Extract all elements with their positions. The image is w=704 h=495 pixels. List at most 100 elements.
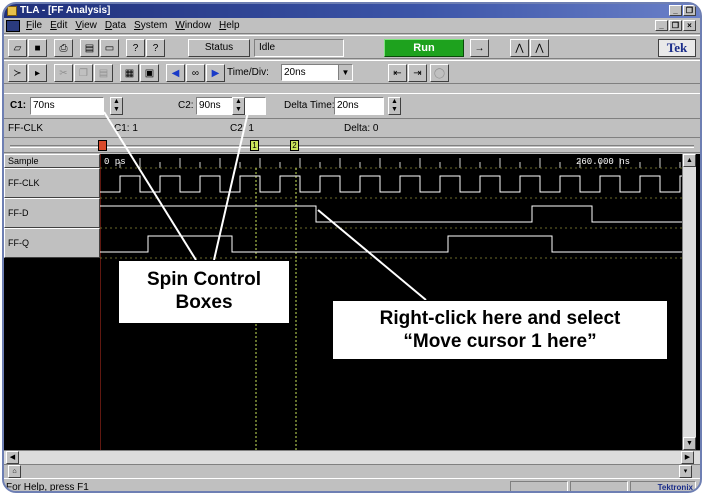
vertical-scrollbar[interactable]: ▲ ▼	[682, 154, 696, 450]
c1-label: C1:	[10, 100, 27, 111]
cursor-1-marker[interactable]: 1	[250, 140, 259, 151]
open-folder-icon[interactable]: ▱	[8, 39, 27, 57]
setup-window-icon[interactable]: ▭	[100, 39, 119, 57]
cursor-2-marker[interactable]: 2	[290, 140, 299, 151]
end-time: 260.000 ns	[576, 157, 630, 167]
run-button[interactable]: Run	[384, 39, 464, 57]
search-left-icon[interactable]: ◀	[166, 64, 185, 82]
scroll-left-icon[interactable]: ◀	[6, 451, 19, 464]
system-window-icon[interactable]: ▤	[80, 39, 99, 57]
menu-bar: File Edit View Data System Window Help _…	[4, 18, 700, 34]
menu-data[interactable]: Data	[103, 20, 132, 31]
origin-marker[interactable]	[98, 140, 107, 151]
chevron-down-icon[interactable]: ▼	[338, 65, 352, 80]
menu-system[interactable]: System	[132, 20, 173, 31]
home-icon[interactable]: ⌂	[8, 465, 21, 478]
spin-callout-line2: Boxes	[175, 292, 233, 313]
trigger-alt-icon[interactable]: ⋀	[530, 39, 549, 57]
main-toolbar: ▱ ■ ⎙ ▤ ▭ ? ? Status Idle Run → ⋀ ⋀ Tek	[4, 35, 700, 59]
waveform-toolbar: ≻ ▸ ✂ ❐ ▤ ▦ ▣ ◀ ∞ ▶ Time/Div: 20ns ▼ ⇤ ⇥…	[4, 60, 700, 84]
timediv-select[interactable]: 20ns ▼	[281, 64, 353, 81]
title-bar: TLA - [FF Analysis] _ ❐	[4, 4, 700, 18]
status-readout: Idle	[254, 39, 344, 57]
time-scrollbar[interactable]: ⌂ ▾	[4, 464, 700, 478]
menu-window[interactable]: Window	[173, 20, 217, 31]
menu-help[interactable]: Help	[217, 20, 246, 31]
signal-name-ff-clk[interactable]: FF-CLK	[4, 168, 100, 198]
timediv-label: Time/Div:	[227, 67, 269, 78]
timediv-value: 20ns	[284, 67, 306, 78]
horizontal-scrollbar[interactable]: ◀ ▶	[4, 450, 700, 464]
ff-d-waveform	[100, 205, 684, 223]
ruler-track	[10, 145, 694, 148]
minimize-button[interactable]: _	[669, 5, 682, 16]
print-icon[interactable]: ⎙	[54, 39, 73, 57]
c2-field[interactable]: 90ns	[196, 97, 266, 115]
time-ruler: 0 ps 260.000 ns	[104, 157, 681, 168]
status-bar: For Help, press F1 Tektronix	[4, 478, 700, 493]
menu-file[interactable]: File	[24, 20, 48, 31]
context-help-icon[interactable]: ?	[126, 39, 145, 57]
add-signal-icon[interactable]: ▸	[28, 64, 47, 82]
status-button[interactable]: Status	[188, 39, 250, 57]
doc-restore-button[interactable]: ❐	[669, 20, 682, 31]
cut-icon[interactable]: ✂	[54, 64, 73, 82]
ff-q-waveform	[100, 235, 684, 253]
zoom-in-icon[interactable]: ⇤	[388, 64, 407, 82]
restore-button[interactable]: ❐	[683, 5, 696, 16]
zoom-out-icon[interactable]: ⇥	[408, 64, 427, 82]
c2-spin-control[interactable]: ▲ ▼	[232, 97, 245, 115]
cursor-ruler: 1 2	[4, 139, 700, 153]
trigger-icon[interactable]: ⋀	[510, 39, 529, 57]
document-icon[interactable]	[6, 19, 20, 32]
help-icon[interactable]: ?	[146, 39, 165, 57]
delta-time-field[interactable]: 20ns	[334, 97, 384, 115]
search-right-icon[interactable]: ▶	[206, 64, 225, 82]
properties-icon[interactable]: ▣	[140, 64, 159, 82]
cursor-readout-bar: FF-CLK C1: 1 C2: 1 Delta: 0	[4, 120, 700, 138]
c2-label: C2:	[178, 100, 194, 111]
copy-icon[interactable]: ❐	[74, 64, 93, 82]
magnify-icon[interactable]: ◯	[430, 64, 449, 82]
c1-field[interactable]: 70ns	[30, 97, 104, 115]
right-click-callout: Right-click here and select “Move cursor…	[332, 300, 668, 360]
right-callout-line1: Right-click here and select	[379, 308, 621, 329]
ff-clk-waveform	[100, 175, 684, 193]
window-title: TLA - [FF Analysis]	[20, 5, 111, 16]
c1-spin-control[interactable]: ▲ ▼	[110, 97, 123, 115]
doc-close-button[interactable]: ×	[683, 20, 696, 31]
status-pane-2	[570, 481, 628, 491]
delta-time-label: Delta Time:	[284, 100, 335, 111]
delta-spin-control[interactable]: ▲ ▼	[388, 97, 401, 115]
arrow-right-icon[interactable]: →	[470, 39, 489, 57]
lock-icon[interactable]: ▾	[679, 465, 692, 478]
readout-delta: Delta: 0	[344, 123, 379, 134]
add-waveform-icon[interactable]: ≻	[8, 64, 27, 82]
scroll-right-icon[interactable]: ▶	[681, 451, 694, 464]
readout-c2: C2: 1	[230, 123, 254, 134]
start-time: 0 ps	[104, 157, 126, 167]
right-callout-line2: “Move cursor 1 here”	[403, 331, 597, 352]
data-table-icon[interactable]: ▦	[120, 64, 139, 82]
signal-name-ff-d[interactable]: FF-D	[4, 198, 100, 228]
paste-icon[interactable]: ▤	[94, 64, 113, 82]
status-pane-1	[510, 481, 568, 491]
app-icon	[7, 6, 17, 16]
status-message: For Help, press F1	[6, 482, 89, 493]
tek-logo: Tek	[658, 39, 696, 57]
menu-view[interactable]: View	[73, 20, 103, 31]
readout-c1: C1: 1	[114, 123, 138, 134]
spin-control-callout: Spin Control Boxes	[118, 260, 290, 324]
scroll-up-icon[interactable]: ▲	[683, 154, 696, 167]
scroll-down-icon[interactable]: ▼	[683, 437, 696, 450]
cursor-bar: C1: 70ns ▲ ▼ C2: 90ns ▲ ▼ Delta Time: 20ns…	[4, 93, 700, 119]
signal-name-ff-q[interactable]: FF-Q	[4, 228, 100, 258]
readout-signal: FF-CLK	[8, 123, 43, 134]
doc-minimize-button[interactable]: _	[655, 20, 668, 31]
spin-callout-line1: Spin Control	[147, 269, 261, 290]
save-icon[interactable]: ■	[28, 39, 47, 57]
grid-lines	[100, 167, 684, 259]
menu-edit[interactable]: Edit	[48, 20, 73, 31]
signal-names-column: Sample FF-CLK FF-D FF-Q	[4, 154, 100, 450]
binoculars-icon[interactable]: ∞	[186, 64, 205, 82]
